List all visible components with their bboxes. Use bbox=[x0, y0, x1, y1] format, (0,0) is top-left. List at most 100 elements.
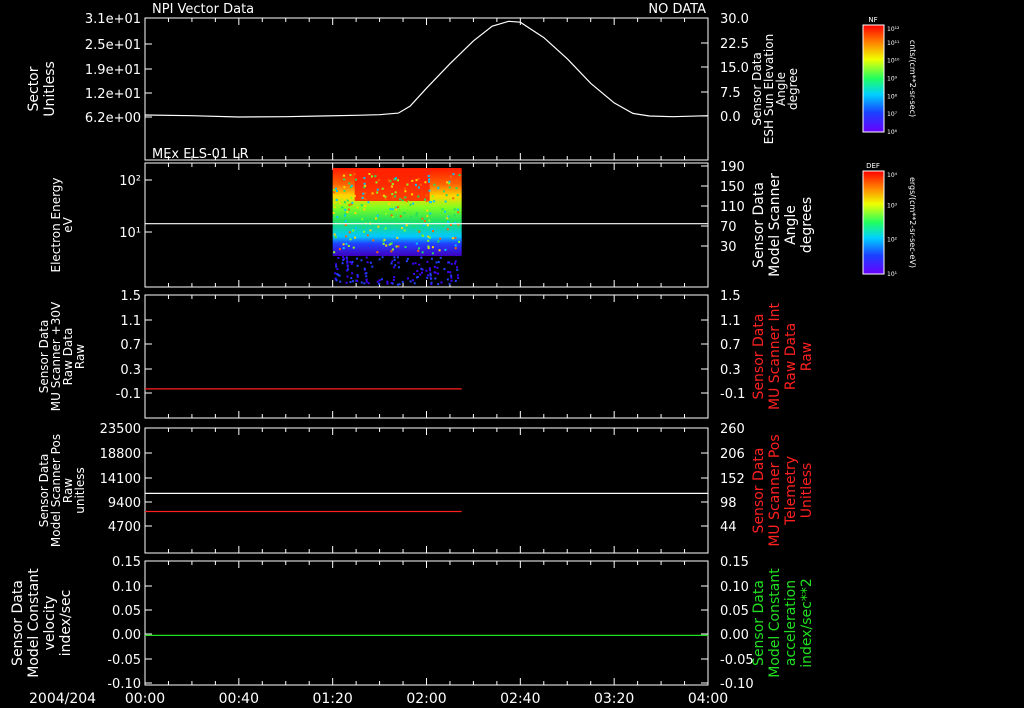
spectrogram-cell bbox=[453, 214, 456, 217]
colorbar-tick-label: 10¹¹ bbox=[887, 40, 900, 47]
spectrogram-cell bbox=[415, 179, 418, 182]
spectrogram-cell bbox=[375, 181, 378, 184]
spectrogram-cell bbox=[396, 179, 399, 182]
right-tick-label: 190 bbox=[720, 160, 745, 175]
series-line-1 bbox=[144, 20, 709, 118]
spectrogram-cell bbox=[457, 276, 460, 279]
spectrogram-cell bbox=[376, 280, 379, 283]
panel-4: 23500 18800 14100 9400 4700 260 206 152 98 44 bbox=[100, 422, 745, 554]
panel-frame bbox=[144, 427, 709, 554]
left-tick-label: 9400 bbox=[108, 496, 141, 511]
spectrogram-cell bbox=[377, 225, 380, 228]
left-tick-label: 2.5e+01 bbox=[85, 38, 141, 53]
spectrogram-cell bbox=[446, 228, 449, 231]
spectrogram-cell bbox=[452, 173, 455, 176]
spectrogram-cell bbox=[411, 179, 414, 182]
x-tick-label: 03:20 bbox=[594, 691, 634, 707]
spectrogram-cell bbox=[413, 272, 416, 275]
spectrogram-cell bbox=[433, 200, 436, 203]
spectrogram-cell bbox=[391, 282, 394, 285]
spectrogram-cell bbox=[334, 187, 337, 190]
spectrogram-cell bbox=[345, 257, 348, 260]
spectrogram-cell bbox=[342, 174, 345, 177]
spectrogram-cell bbox=[440, 281, 443, 284]
spectrogram-cell bbox=[334, 272, 337, 275]
spectrogram-cell bbox=[436, 266, 439, 269]
spectrogram-cell bbox=[409, 280, 412, 283]
spectrogram-cell bbox=[337, 256, 340, 259]
left-tick-label: 1.1 bbox=[120, 314, 141, 329]
spectrogram-cell bbox=[377, 205, 380, 208]
spectrogram-cell bbox=[417, 186, 420, 189]
spectrogram-cell bbox=[335, 265, 338, 268]
spectrogram-cell bbox=[333, 206, 336, 209]
spectrogram-cell bbox=[366, 261, 369, 264]
spectrogram-cell bbox=[396, 236, 399, 239]
spectrogram-cell bbox=[394, 191, 397, 194]
right-axis-label-line: Unitless bbox=[799, 463, 815, 519]
spectrogram-cell bbox=[454, 262, 457, 265]
left-tick-label: 0.05 bbox=[112, 604, 141, 619]
spectrogram-cell bbox=[343, 201, 346, 204]
right-tick-label: 0.05 bbox=[720, 604, 749, 619]
spectrogram-cell bbox=[392, 278, 395, 281]
spectrogram-cell bbox=[399, 198, 402, 201]
spectrogram-cell bbox=[395, 208, 398, 211]
spectrogram-cell bbox=[354, 178, 357, 181]
right-tick-label: 0.0 bbox=[720, 110, 741, 125]
spectrogram-cell bbox=[445, 194, 448, 197]
spectrogram-cell bbox=[363, 182, 366, 185]
spectrogram-cell bbox=[415, 212, 418, 215]
spectrogram-cell bbox=[452, 197, 455, 200]
spectrogram-cell bbox=[449, 271, 452, 274]
spectrogram-cell bbox=[388, 203, 391, 206]
left-axis-label-line: unitless bbox=[73, 467, 87, 513]
spectrogram-cell bbox=[429, 269, 432, 272]
x-tick-label: 02:40 bbox=[500, 691, 540, 707]
left-tick-label: -0.05 bbox=[107, 653, 141, 668]
spectrogram-cell bbox=[344, 212, 347, 215]
left-tick-label: 1.2e+01 bbox=[85, 87, 141, 102]
spectrogram-cell bbox=[412, 202, 415, 205]
spectrogram-cell bbox=[380, 278, 383, 281]
right-axis-label-line: index/sec**2 bbox=[799, 578, 815, 668]
spectrogram-cell bbox=[360, 204, 363, 207]
right-tick-label: 22.5 bbox=[720, 37, 749, 52]
right-axis-label-line: Sensor Data bbox=[751, 448, 767, 534]
spectrogram-cell bbox=[426, 274, 429, 277]
spectrogram-cell bbox=[428, 201, 431, 204]
right-tick-label: 7.5 bbox=[720, 86, 741, 101]
spectrogram-cell bbox=[362, 230, 365, 233]
spectrogram-cell bbox=[456, 208, 459, 211]
right-tick-label: 0.10 bbox=[720, 580, 749, 595]
right-tick-label: 206 bbox=[720, 447, 745, 462]
spectrogram-cell bbox=[332, 211, 335, 214]
left-tick-label: 6.2e+00 bbox=[85, 111, 141, 126]
spectrogram-cell bbox=[376, 188, 379, 191]
spectrogram-cell bbox=[454, 260, 457, 263]
right-axis-label-line: Sensor Data bbox=[751, 580, 767, 666]
spectrogram-cell bbox=[433, 183, 436, 186]
spectrogram-cell bbox=[351, 280, 354, 283]
left-axis-label-line: velocity bbox=[42, 596, 58, 651]
spectrogram-cell bbox=[368, 173, 371, 176]
spectrogram-cell bbox=[397, 261, 400, 264]
spectrogram-cell bbox=[453, 198, 456, 201]
spectrogram-cell bbox=[369, 229, 372, 232]
right-tick-label: 0.00 bbox=[720, 628, 749, 643]
spectrogram-cell bbox=[393, 258, 396, 261]
right-axis-label: Sensor Data MU Scanner Pos Telemetry Unitle… bbox=[751, 434, 815, 546]
x-tick-label: 01:20 bbox=[312, 691, 352, 707]
spectrogram-cell bbox=[430, 257, 433, 260]
plot-figure: 3.1e+01 2.5e+01 1.9e+01 1.2e+01 6.2e+00 30.0 2… bbox=[10, 2, 917, 707]
spectrogram-cell bbox=[348, 204, 351, 207]
spectrogram-cell bbox=[391, 248, 394, 251]
right-tick-label: 150 bbox=[720, 180, 745, 195]
left-tick-label: 1.9e+01 bbox=[85, 63, 141, 78]
colorbar-tick-label: 10⁸ bbox=[887, 93, 898, 100]
spectrogram-cell bbox=[433, 265, 436, 268]
spectrogram-cell bbox=[417, 249, 420, 252]
spectrogram-cell bbox=[420, 267, 423, 270]
spectrogram-cell bbox=[404, 196, 407, 199]
spectrogram-cell bbox=[406, 257, 409, 260]
